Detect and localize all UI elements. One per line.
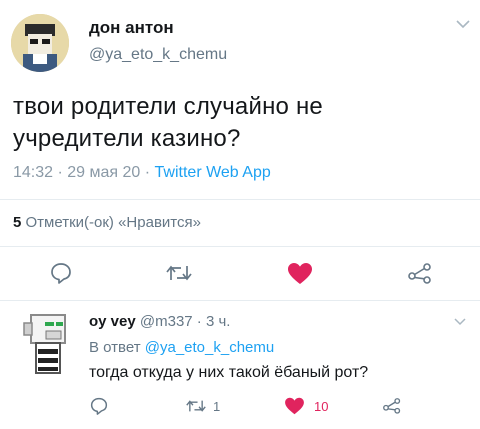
author-handle[interactable]: @ya_eto_k_chemu	[89, 46, 227, 64]
chevron-down-icon[interactable]	[454, 318, 466, 326]
author-name[interactable]: дон антон	[89, 18, 174, 38]
divider	[0, 300, 480, 301]
avatar-image	[11, 14, 69, 72]
likes-summary[interactable]: 5 Отметки(-ок) «Нравится»	[13, 214, 201, 231]
reply-to-prefix: В ответ	[89, 339, 145, 356]
tweet-timestamp[interactable]: 14:32 · 29 мая 20 ·	[13, 164, 155, 181]
divider	[0, 246, 480, 247]
retweet-icon[interactable]	[186, 398, 206, 414]
retweet-icon[interactable]	[166, 263, 192, 283]
robot-avatar-image	[23, 314, 66, 374]
chevron-down-icon[interactable]	[456, 20, 470, 29]
likes-count: 5	[13, 214, 22, 231]
heart-icon[interactable]	[284, 397, 305, 415]
reply-retweet-count: 1	[213, 399, 221, 414]
reply-to-line: В ответ @ya_eto_k_chemu	[89, 339, 274, 356]
reply-author-avatar[interactable]	[23, 311, 77, 377]
reply-time[interactable]: · 3 ч.	[197, 313, 231, 330]
share-icon[interactable]	[408, 262, 432, 284]
reply-author-handle[interactable]: @m337	[140, 313, 193, 330]
reply-text: тогда откуда у них такой ёбаный рот?	[89, 364, 369, 381]
author-avatar[interactable]	[11, 14, 69, 72]
reply-author-line: oy vey @m337 · 3 ч.	[89, 313, 230, 330]
tweet-meta: 14:32 · 29 мая 20 · Twitter Web App	[13, 164, 271, 182]
tweet-text: твои родители случайно не учредители каз…	[13, 93, 323, 152]
share-icon[interactable]	[383, 397, 401, 414]
tweet-source-link[interactable]: Twitter Web App	[155, 164, 271, 181]
reply-author-name[interactable]: oy vey	[89, 313, 136, 330]
reply-icon[interactable]	[90, 397, 108, 415]
reply-like-count: 10	[314, 399, 329, 414]
divider	[0, 199, 480, 200]
likes-label: Отметки(-ок) «Нравится»	[25, 214, 201, 231]
reply-icon[interactable]	[50, 262, 72, 284]
heart-icon[interactable]	[287, 262, 313, 285]
reply-to-handle[interactable]: @ya_eto_k_chemu	[145, 339, 274, 356]
